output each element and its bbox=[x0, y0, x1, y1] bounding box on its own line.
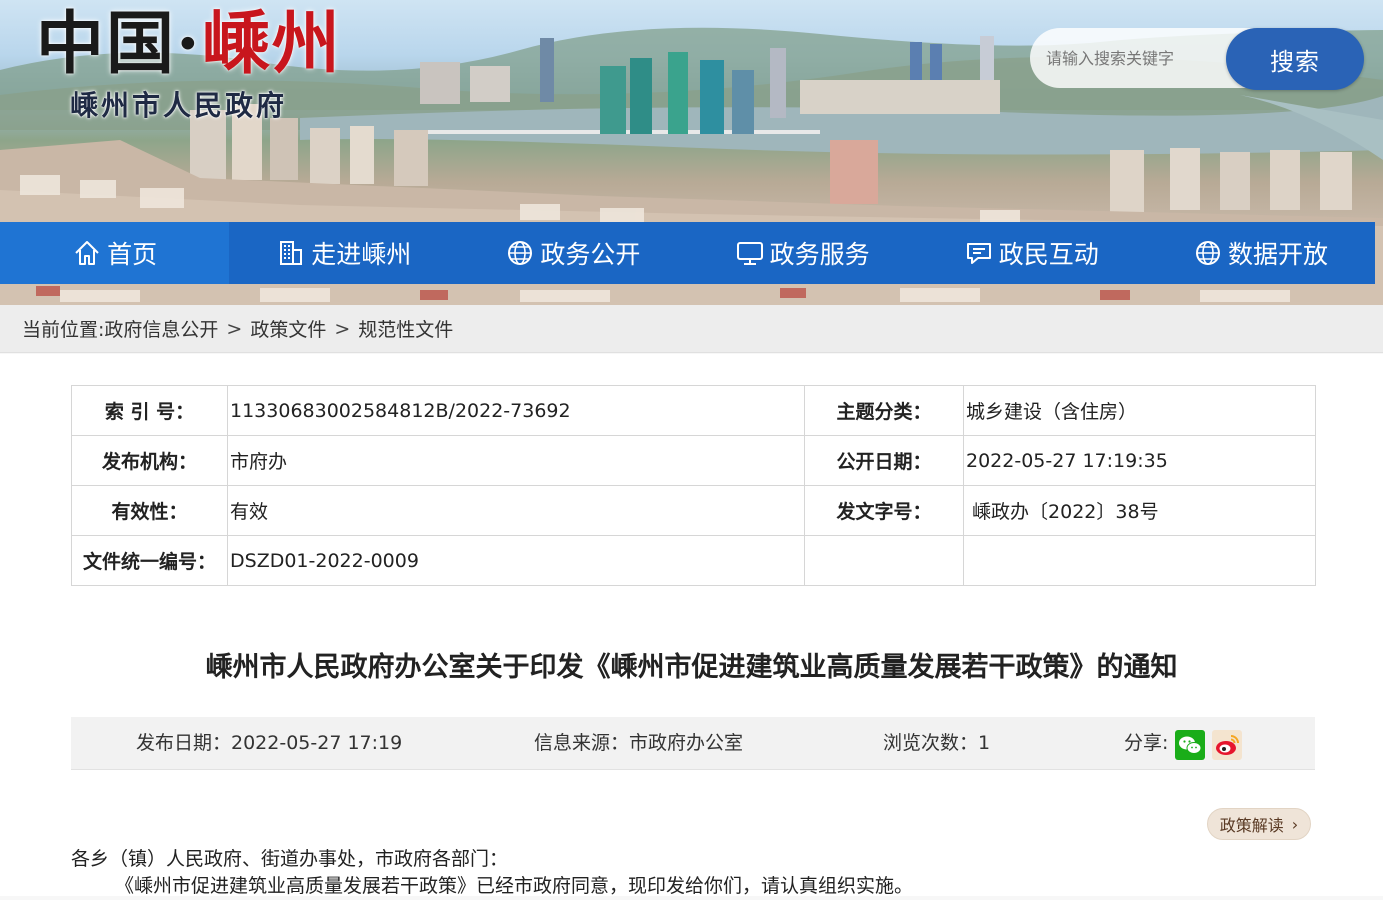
table-row: 有效性： 有效 发文字号： 嵊政办〔2022〕38号 bbox=[71, 485, 1316, 536]
chat-icon bbox=[964, 238, 994, 268]
logo-main-text: 中国·嵊州 bbox=[36, 4, 342, 84]
weibo-icon[interactable] bbox=[1212, 730, 1242, 760]
open-date-value: 2022-05-27 17:19:35 bbox=[963, 435, 1316, 486]
nav-item-interaction[interactable]: 政民互动 bbox=[917, 222, 1146, 284]
site-logo[interactable]: 中国·嵊州 嵊州市人民政府 bbox=[36, 4, 376, 124]
document-meta-table: 索 引 号： 11330683002584812B/2022-73692 主题分… bbox=[71, 385, 1316, 586]
publisher-value: 市府办 bbox=[227, 435, 805, 486]
wechat-icon[interactable] bbox=[1175, 730, 1205, 760]
view-count: 浏览次数：1 bbox=[883, 732, 991, 754]
breadcrumb-prefix: 当前位置: bbox=[22, 319, 105, 341]
document-body: 各乡（镇）人民政府、街道办事处，市政府各部门： 《嵊州市促进建筑业高质量发展若干… bbox=[71, 846, 1315, 900]
logo-main-red: 嵊州 bbox=[201, 4, 342, 84]
monitor-icon bbox=[735, 238, 765, 268]
empty-cell bbox=[804, 535, 964, 586]
table-row: 文件统一编号： DSZD01-2022-0009 bbox=[71, 535, 1316, 586]
policy-button-label: 政策解读 bbox=[1219, 816, 1284, 835]
topic-label: 主题分类： bbox=[804, 385, 964, 436]
nav-item-open-data[interactable]: 数据开放 bbox=[1146, 222, 1375, 284]
unified-number-label: 文件统一编号： bbox=[71, 535, 228, 586]
info-source: 信息来源：市政府办公室 bbox=[534, 732, 744, 754]
doc-number-value: 嵊政办〔2022〕38号 bbox=[963, 485, 1316, 536]
nav-item-about[interactable]: 走进嵊州 bbox=[229, 222, 458, 284]
index-label: 索 引 号： bbox=[71, 385, 228, 436]
policy-interpretation-button[interactable]: 政策解读 › bbox=[1207, 808, 1311, 840]
search-box: 搜索 bbox=[1030, 28, 1364, 90]
nav-label: 政民互动 bbox=[998, 240, 1099, 269]
header-banner: 中国·嵊州 嵊州市人民政府 搜索 首页 走进嵊州 政务公开 bbox=[0, 0, 1383, 305]
breadcrumb-separator: > bbox=[334, 317, 351, 340]
body-paragraph: 各乡（镇）人民政府、街道办事处，市政府各部门： bbox=[71, 848, 509, 870]
validity-value: 有效 bbox=[227, 485, 805, 536]
publisher-label: 发布机构： bbox=[71, 435, 228, 486]
breadcrumb: 当前位置: 政府信息公开 > 政策文件 > 规范性文件 bbox=[0, 305, 1383, 353]
document-info-bar: 发布日期：2022-05-27 17:19 信息来源：市政府办公室 浏览次数：1… bbox=[71, 717, 1315, 770]
index-value: 11330683002584812B/2022-73692 bbox=[227, 385, 805, 436]
breadcrumb-item-normative[interactable]: 规范性文件 bbox=[358, 315, 453, 342]
breadcrumb-item-gov-info[interactable]: 政府信息公开 bbox=[104, 315, 218, 342]
table-row: 发布机构： 市府办 公开日期： 2022-05-27 17:19:35 bbox=[71, 435, 1316, 486]
search-button[interactable]: 搜索 bbox=[1226, 28, 1364, 90]
globe-icon bbox=[1193, 238, 1223, 268]
share-label: 分享: bbox=[1124, 732, 1169, 754]
globe-icon bbox=[505, 238, 535, 268]
table-row: 索 引 号： 11330683002584812B/2022-73692 主题分… bbox=[71, 385, 1316, 436]
nav-label: 首页 bbox=[107, 240, 158, 269]
nav-item-gov-affairs[interactable]: 政务公开 bbox=[458, 222, 687, 284]
topic-value: 城乡建设（含住房） bbox=[963, 385, 1316, 436]
publish-date: 发布日期：2022-05-27 17:19 bbox=[136, 732, 403, 754]
empty-cell bbox=[963, 535, 1316, 586]
nav-label: 政务服务 bbox=[769, 240, 870, 269]
logo-subtitle: 嵊州市人民政府 bbox=[70, 89, 288, 122]
validity-label: 有效性： bbox=[71, 485, 228, 536]
document-title: 嵊州市人民政府办公室关于印发《嵊州市促进建筑业高质量发展若干政策》的通知 bbox=[205, 652, 1178, 683]
breadcrumb-separator: > bbox=[226, 317, 243, 340]
unified-number-value: DSZD01-2022-0009 bbox=[227, 535, 805, 586]
nav-label: 政务公开 bbox=[540, 240, 641, 269]
home-icon bbox=[72, 238, 102, 268]
nav-label: 数据开放 bbox=[1227, 240, 1328, 269]
open-date-label: 公开日期： bbox=[804, 435, 964, 486]
nav-label: 走进嵊州 bbox=[311, 240, 412, 269]
breadcrumb-item-policy[interactable]: 政策文件 bbox=[250, 315, 326, 342]
nav-item-gov-services[interactable]: 政务服务 bbox=[688, 222, 917, 284]
nav-item-home[interactable]: 首页 bbox=[0, 222, 230, 284]
logo-main-black: 中国· bbox=[36, 4, 202, 84]
chevron-right-icon: › bbox=[1291, 814, 1299, 834]
doc-number-label: 发文字号： bbox=[804, 485, 964, 536]
article-content: 索 引 号： 11330683002584812B/2022-73692 主题分… bbox=[0, 354, 1383, 897]
building-icon bbox=[276, 238, 306, 268]
main-nav: 首页 走进嵊州 政务公开 政务服务 政民互动 数据开放 bbox=[0, 222, 1375, 284]
